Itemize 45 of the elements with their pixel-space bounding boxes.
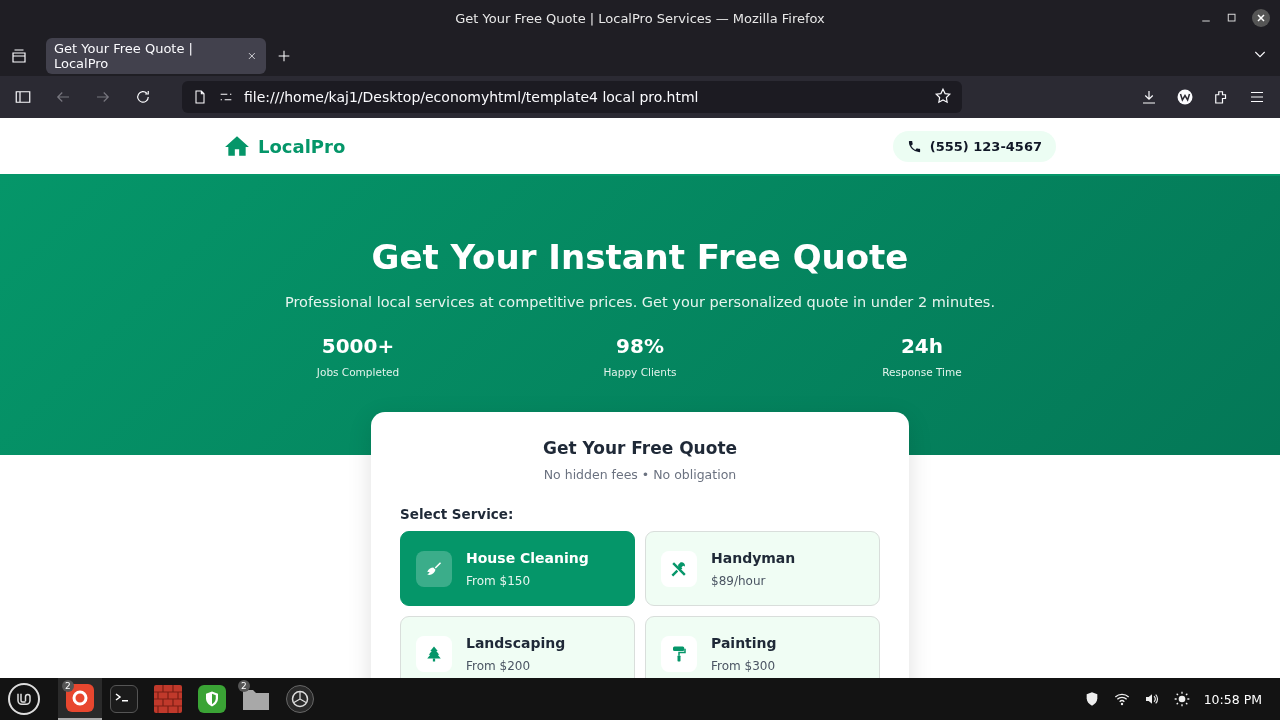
firefox-app-icon[interactable]	[66, 684, 94, 712]
service-option[interactable]: Painting From $300	[645, 616, 880, 678]
maximize-icon[interactable]	[1226, 12, 1238, 24]
service-option[interactable]: Handyman $89/hour	[645, 531, 880, 606]
taskbar-slot[interactable]: 2	[58, 678, 102, 720]
paint-roller-icon	[670, 644, 688, 663]
close-icon[interactable]	[1252, 9, 1270, 27]
account-icon[interactable]	[1176, 88, 1194, 106]
window-count-badge: 2	[238, 680, 250, 692]
window-count-badge: 2	[62, 680, 74, 692]
start-menu-icon[interactable]	[8, 683, 40, 715]
stat-label: Happy Clients	[603, 366, 677, 378]
stat-label: Jobs Completed	[316, 366, 400, 378]
phone-icon	[906, 138, 922, 154]
download-icon[interactable]	[1140, 88, 1158, 106]
new-tab-icon[interactable]	[276, 48, 292, 64]
bookmark-star-icon[interactable]	[934, 86, 952, 105]
sidebar-icon[interactable]	[14, 88, 32, 106]
tab-list-icon[interactable]	[10, 47, 28, 65]
stat-label: Response Time	[882, 366, 962, 378]
card-subtitle: No hidden fees • No obligation	[542, 467, 738, 482]
phone-button[interactable]: (555) 123-4567	[892, 130, 1056, 162]
card-title: Get Your Free Quote	[541, 438, 739, 458]
tree-icon	[425, 644, 443, 663]
address-bar[interactable]: file:///home/kaj1/Desktop/economyhtml/template4 local pro.html	[182, 81, 962, 113]
taskbar-slot[interactable]: 2	[234, 678, 278, 720]
stat-value: 5000+	[321, 334, 395, 358]
stat-value: 98%	[616, 334, 664, 358]
browser-tab[interactable]: Get Your Free Quote | LocalPro	[46, 38, 266, 74]
wifi-icon[interactable]	[1113, 691, 1130, 707]
brightness-icon[interactable]	[1173, 691, 1190, 707]
clock[interactable]: 10:58 PM	[1203, 691, 1262, 707]
stat-value: 24h	[900, 334, 944, 358]
terminal-icon[interactable]	[110, 685, 138, 713]
brand-name: LocalPro	[258, 135, 346, 157]
service-option[interactable]: Landscaping From $200	[400, 616, 635, 678]
hero-subtitle: Professional local services at competitive prices. Get your personalized quote in under 2 minutes.	[284, 294, 996, 310]
shield-icon[interactable]	[198, 685, 226, 713]
reload-icon[interactable]	[134, 88, 152, 106]
obs-icon[interactable]	[286, 685, 314, 713]
service-option[interactable]: House Cleaning From $150	[400, 531, 635, 606]
field-label: Select Service:	[400, 506, 514, 522]
window-title: Get Your Free Quote | LocalPro Services — Mozilla Firefox	[455, 10, 825, 26]
page-icon	[192, 89, 208, 105]
hero-title: Get Your Instant Free Quote	[371, 236, 909, 279]
